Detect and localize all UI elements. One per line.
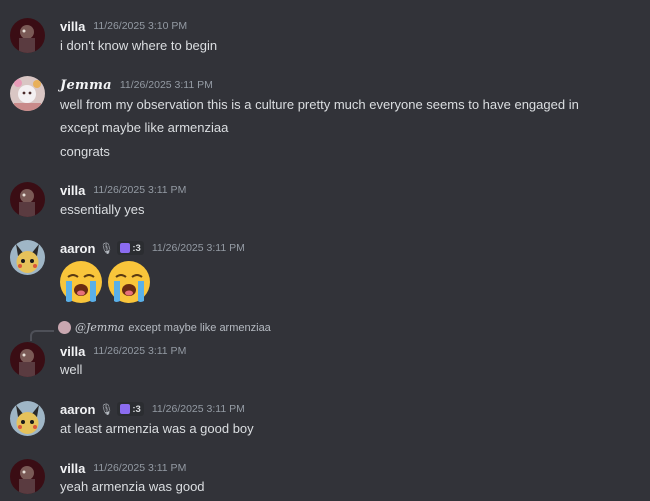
username[interactable]: villa xyxy=(60,461,85,476)
server-tag-label: :3 xyxy=(132,403,141,415)
timestamp[interactable]: 11/26/2025 3:10 PM xyxy=(93,20,187,32)
username[interactable]: aaron xyxy=(60,402,95,417)
message-text: yeah armenzia was good xyxy=(60,479,205,494)
avatar[interactable] xyxy=(10,240,45,275)
avatar[interactable] xyxy=(10,182,45,217)
message-text: except maybe like armenziaa xyxy=(60,120,229,135)
username[interactable]: aaron xyxy=(60,241,95,256)
timestamp[interactable]: 11/26/2025 3:11 PM xyxy=(152,403,245,415)
message-text: congrats xyxy=(60,144,110,159)
message-header: villa 11/26/2025 3:11 PM xyxy=(60,181,186,199)
microphone-icon: 🎙 xyxy=(99,403,114,416)
avatar[interactable] xyxy=(10,18,45,53)
reply-text[interactable]: except maybe like armenziaa xyxy=(128,322,270,334)
cat-icon xyxy=(120,404,131,414)
message-text: well xyxy=(60,362,83,377)
timestamp[interactable]: 11/26/2025 3:11 PM xyxy=(152,242,245,254)
server-tag[interactable]: :3 xyxy=(117,241,144,255)
reply-connector xyxy=(30,330,54,341)
message-header: villa 11/26/2025 3:10 PM xyxy=(60,17,187,35)
username[interactable]: Jemma xyxy=(60,78,112,93)
reply-avatar xyxy=(58,321,71,334)
username[interactable]: villa xyxy=(60,19,85,34)
microphone-icon: 🎙 xyxy=(99,242,114,255)
message-header: Jemma 11/26/2025 3:11 PM xyxy=(60,76,213,94)
username[interactable]: villa xyxy=(60,183,85,198)
reply-username[interactable]: @Jemma xyxy=(75,321,124,334)
server-tag[interactable]: :3 xyxy=(117,402,144,416)
loudly-crying-face-icon[interactable] xyxy=(106,259,152,305)
timestamp[interactable]: 11/26/2025 3:11 PM xyxy=(93,184,186,196)
loudly-crying-face-icon[interactable] xyxy=(58,259,104,305)
message-text: essentially yes xyxy=(60,202,145,217)
reply-preview[interactable]: @Jemma except maybe like armenziaa xyxy=(58,321,271,334)
username[interactable]: villa xyxy=(60,344,85,359)
message-header: aaron 🎙 :3 11/26/2025 3:11 PM xyxy=(60,239,245,257)
message-text: i don't know where to begin xyxy=(60,38,218,53)
emoji-row xyxy=(58,259,152,305)
timestamp[interactable]: 11/26/2025 3:11 PM xyxy=(93,345,186,357)
avatar[interactable] xyxy=(10,401,45,436)
timestamp[interactable]: 11/26/2025 3:11 PM xyxy=(120,79,213,91)
message-header: aaron 🎙 :3 11/26/2025 3:11 PM xyxy=(60,400,245,418)
server-tag-label: :3 xyxy=(132,242,141,254)
cat-icon xyxy=(120,243,131,253)
avatar[interactable] xyxy=(10,459,45,494)
message-header: villa 11/26/2025 3:11 PM xyxy=(60,342,186,360)
message-header: villa 11/26/2025 3:11 PM xyxy=(60,459,186,477)
avatar[interactable] xyxy=(10,342,45,377)
avatar[interactable] xyxy=(10,76,45,111)
message-text: at least armenzia was a good boy xyxy=(60,421,254,436)
timestamp[interactable]: 11/26/2025 3:11 PM xyxy=(93,462,186,474)
message-text: well from my observation this is a cultu… xyxy=(60,97,579,112)
